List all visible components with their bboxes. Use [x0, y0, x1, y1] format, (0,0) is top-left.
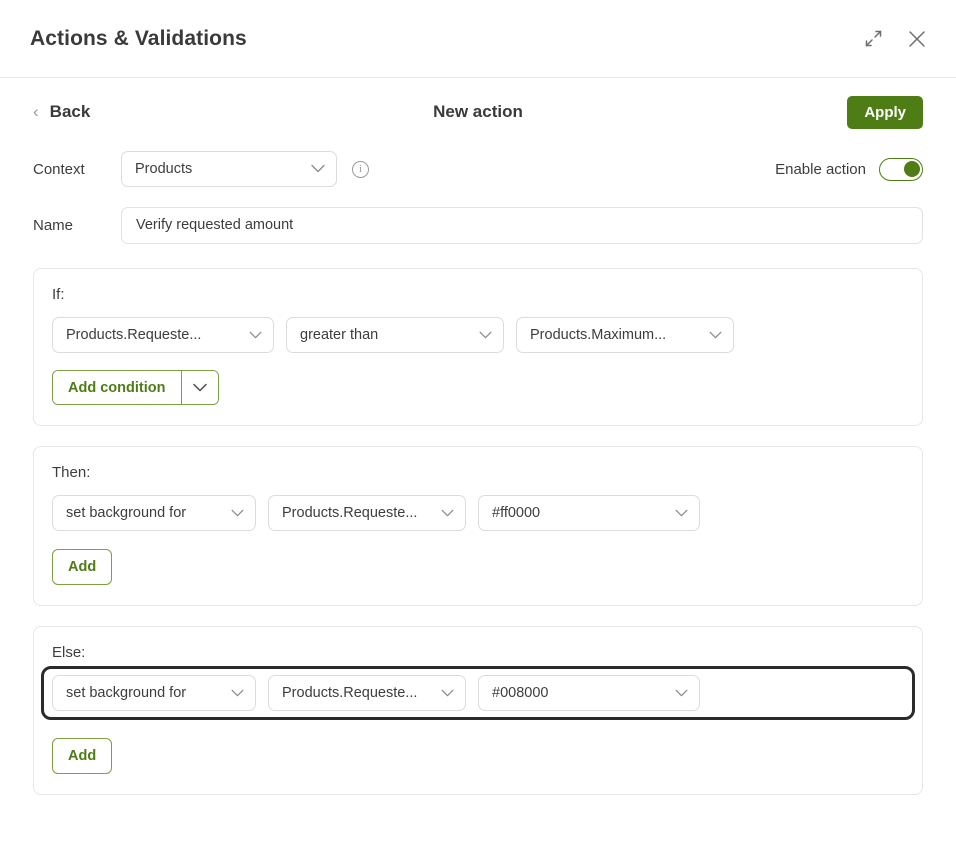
then-action-row: set background for Products.Requeste... … [52, 495, 904, 531]
else-action-row: set background for Products.Requeste... … [41, 666, 915, 720]
chevron-down-icon [231, 685, 244, 701]
enable-action-group: Enable action [775, 157, 923, 181]
else-label: Else: [52, 644, 86, 661]
then-card: Then: set background for Products.Reques… [33, 446, 923, 606]
chevron-down-icon [675, 505, 688, 521]
nav-row: ‹ Back New action Apply [33, 78, 923, 140]
chevron-down-icon[interactable] [181, 371, 219, 404]
if-label: If: [52, 286, 65, 303]
if-condition-row: Products.Requeste... greater than Produc… [52, 317, 904, 353]
chevron-down-icon [441, 505, 454, 521]
context-select-value: Products [135, 161, 193, 177]
if-operator-select[interactable]: greater than [286, 317, 504, 353]
else-add-button[interactable]: Add [52, 738, 113, 774]
else-target-select[interactable]: Products.Requeste... [268, 675, 466, 711]
page-title: New action [433, 102, 523, 121]
back-button[interactable]: ‹ Back [33, 102, 90, 122]
then-color-value: #ff0000 [492, 505, 541, 521]
name-row: Name [33, 202, 923, 248]
context-label: Context [33, 160, 85, 178]
then-add-button[interactable]: Add [52, 549, 113, 585]
chevron-left-icon: ‹ [33, 101, 39, 121]
then-action-value: set background for [66, 505, 187, 521]
if-field-select[interactable]: Products.Requeste... [52, 317, 274, 353]
expand-diagonal-icon[interactable] [862, 28, 884, 50]
info-icon[interactable]: i [352, 160, 369, 178]
else-action-select[interactable]: set background for [52, 675, 256, 711]
if-card: If: Products.Requeste... greater than Pr… [33, 268, 923, 426]
else-color-select[interactable]: #008000 [478, 675, 700, 711]
then-target-value: Products.Requeste... [282, 505, 418, 521]
apply-button[interactable]: Apply [847, 95, 923, 129]
else-target-value: Products.Requeste... [282, 685, 418, 701]
panel-header: Actions & Validations [0, 0, 956, 78]
toggle-knob [904, 161, 920, 177]
chevron-down-icon [479, 327, 492, 343]
if-operator-value: greater than [300, 327, 379, 343]
name-label: Name [33, 216, 74, 234]
chevron-down-icon [675, 685, 688, 701]
if-compare-value: Products.Maximum... [530, 327, 667, 343]
else-action-value: set background for [66, 685, 187, 701]
then-color-select[interactable]: #ff0000 [478, 495, 700, 531]
add-condition-button[interactable]: Add condition [53, 371, 182, 404]
chevron-down-icon [249, 327, 262, 343]
then-action-select[interactable]: set background for [52, 495, 256, 531]
header-actions [862, 28, 928, 50]
context-select[interactable]: Products [121, 151, 337, 187]
chevron-down-icon [441, 685, 454, 701]
name-input[interactable] [121, 206, 923, 244]
context-row: Context Products i Enable action [33, 146, 923, 192]
back-label: Back [49, 102, 91, 121]
enable-action-toggle[interactable] [879, 157, 923, 181]
chevron-down-icon [231, 505, 244, 521]
close-icon[interactable] [906, 28, 928, 50]
chevron-down-icon [709, 327, 722, 343]
else-card: Else: set background for Products.Reques… [33, 626, 923, 795]
if-field-value: Products.Requeste... [66, 327, 202, 343]
add-condition-split-button[interactable]: Add condition [52, 370, 220, 405]
else-color-value: #008000 [492, 685, 549, 701]
then-label: Then: [52, 464, 91, 481]
chevron-down-icon [311, 161, 325, 177]
panel-title: Actions & Validations [30, 26, 247, 50]
enable-action-label: Enable action [775, 160, 866, 178]
then-target-select[interactable]: Products.Requeste... [268, 495, 466, 531]
if-compare-select[interactable]: Products.Maximum... [516, 317, 734, 353]
panel-body: ‹ Back New action Apply Context Products… [0, 78, 956, 795]
